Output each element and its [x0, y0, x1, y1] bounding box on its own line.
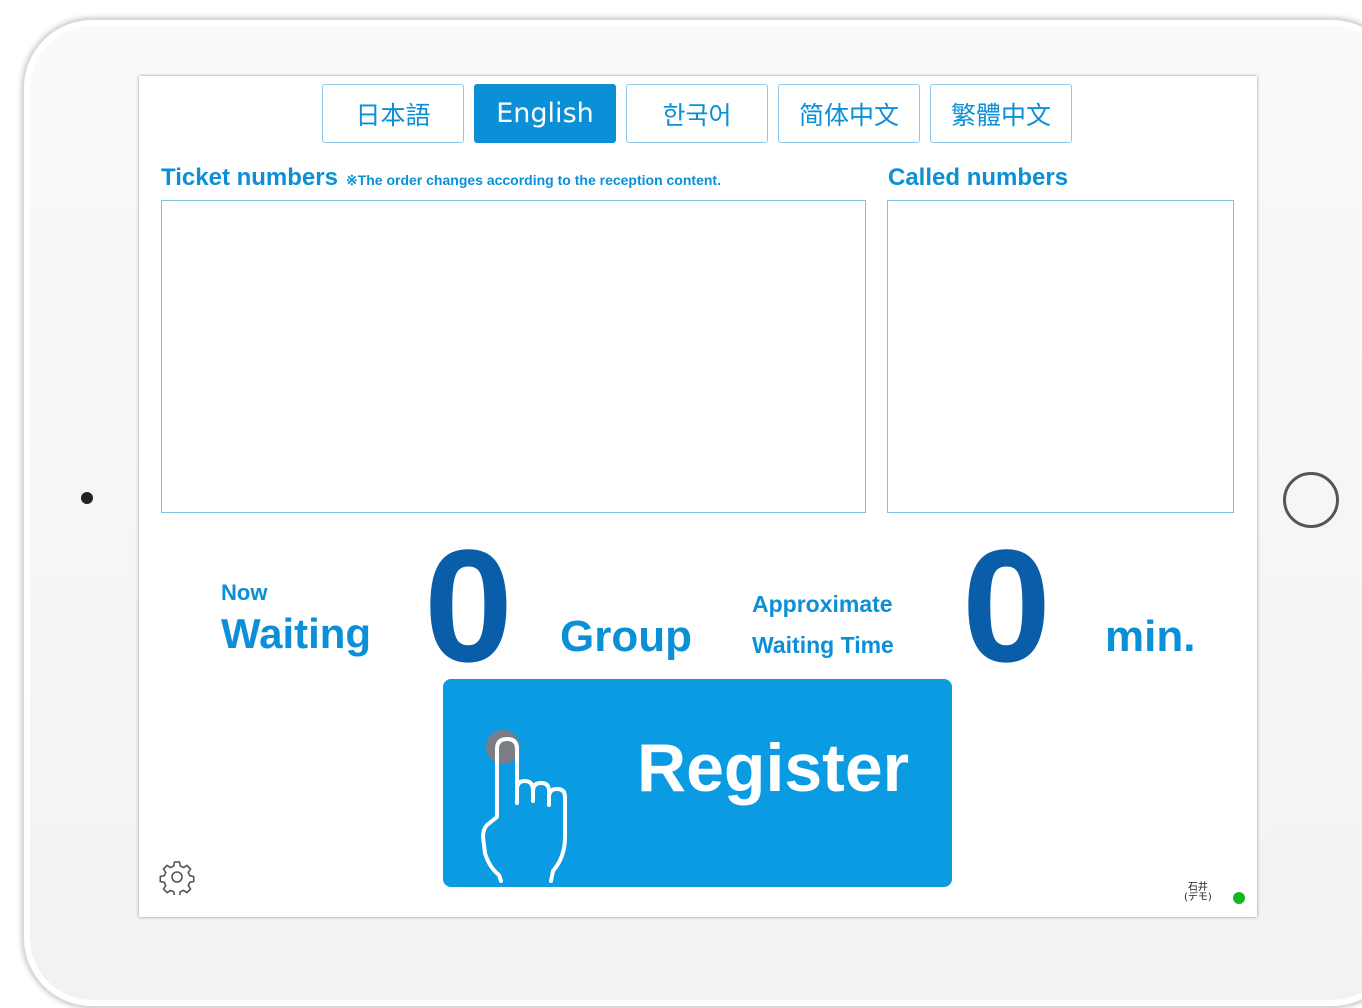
camera-icon: [81, 492, 93, 504]
waiting-group-count: 0: [424, 516, 513, 695]
hand-tap-icon: [481, 730, 567, 883]
lang-button-english[interactable]: English: [474, 84, 616, 143]
lang-button-japanese[interactable]: 日本語: [322, 84, 464, 143]
ticket-numbers-title: Ticket numbers: [161, 164, 338, 191]
lang-button-traditional-chinese[interactable]: 繁體中文: [930, 84, 1072, 143]
register-button[interactable]: Register: [443, 679, 952, 887]
min-unit-label: min.: [1105, 612, 1196, 661]
approximate-label: Approximate: [752, 591, 893, 617]
waiting-time-label: Waiting Time: [752, 632, 894, 658]
called-numbers-panel: [887, 200, 1234, 513]
lang-button-korean[interactable]: 한국어: [626, 84, 768, 143]
called-numbers-title: Called numbers: [888, 164, 1069, 191]
ticket-numbers-heading: Ticket numbers ※The order changes accordi…: [161, 164, 721, 192]
gear-icon[interactable]: [159, 859, 195, 895]
register-label: Register: [637, 730, 910, 806]
kiosk-screen: 日本語 English 한국어 简体中文 繁體中文 Ticket numbers…: [139, 76, 1257, 917]
home-button[interactable]: [1283, 472, 1339, 528]
language-selector: 日本語 English 한국어 简体中文 繁體中文: [322, 84, 1072, 143]
connection-status-indicator: [1233, 892, 1245, 904]
lang-button-simplified-chinese[interactable]: 简体中文: [778, 84, 920, 143]
device-name-line2: (デモ): [1184, 892, 1212, 903]
waiting-time-value: 0: [962, 516, 1051, 695]
now-label: Now: [221, 580, 268, 605]
device-name: 石井 (デモ): [1184, 883, 1212, 903]
ticket-order-note: ※The order changes according to the rece…: [345, 172, 721, 188]
group-unit-label: Group: [560, 612, 692, 661]
waiting-label: Waiting: [221, 610, 372, 657]
ticket-numbers-panel: [161, 200, 866, 513]
